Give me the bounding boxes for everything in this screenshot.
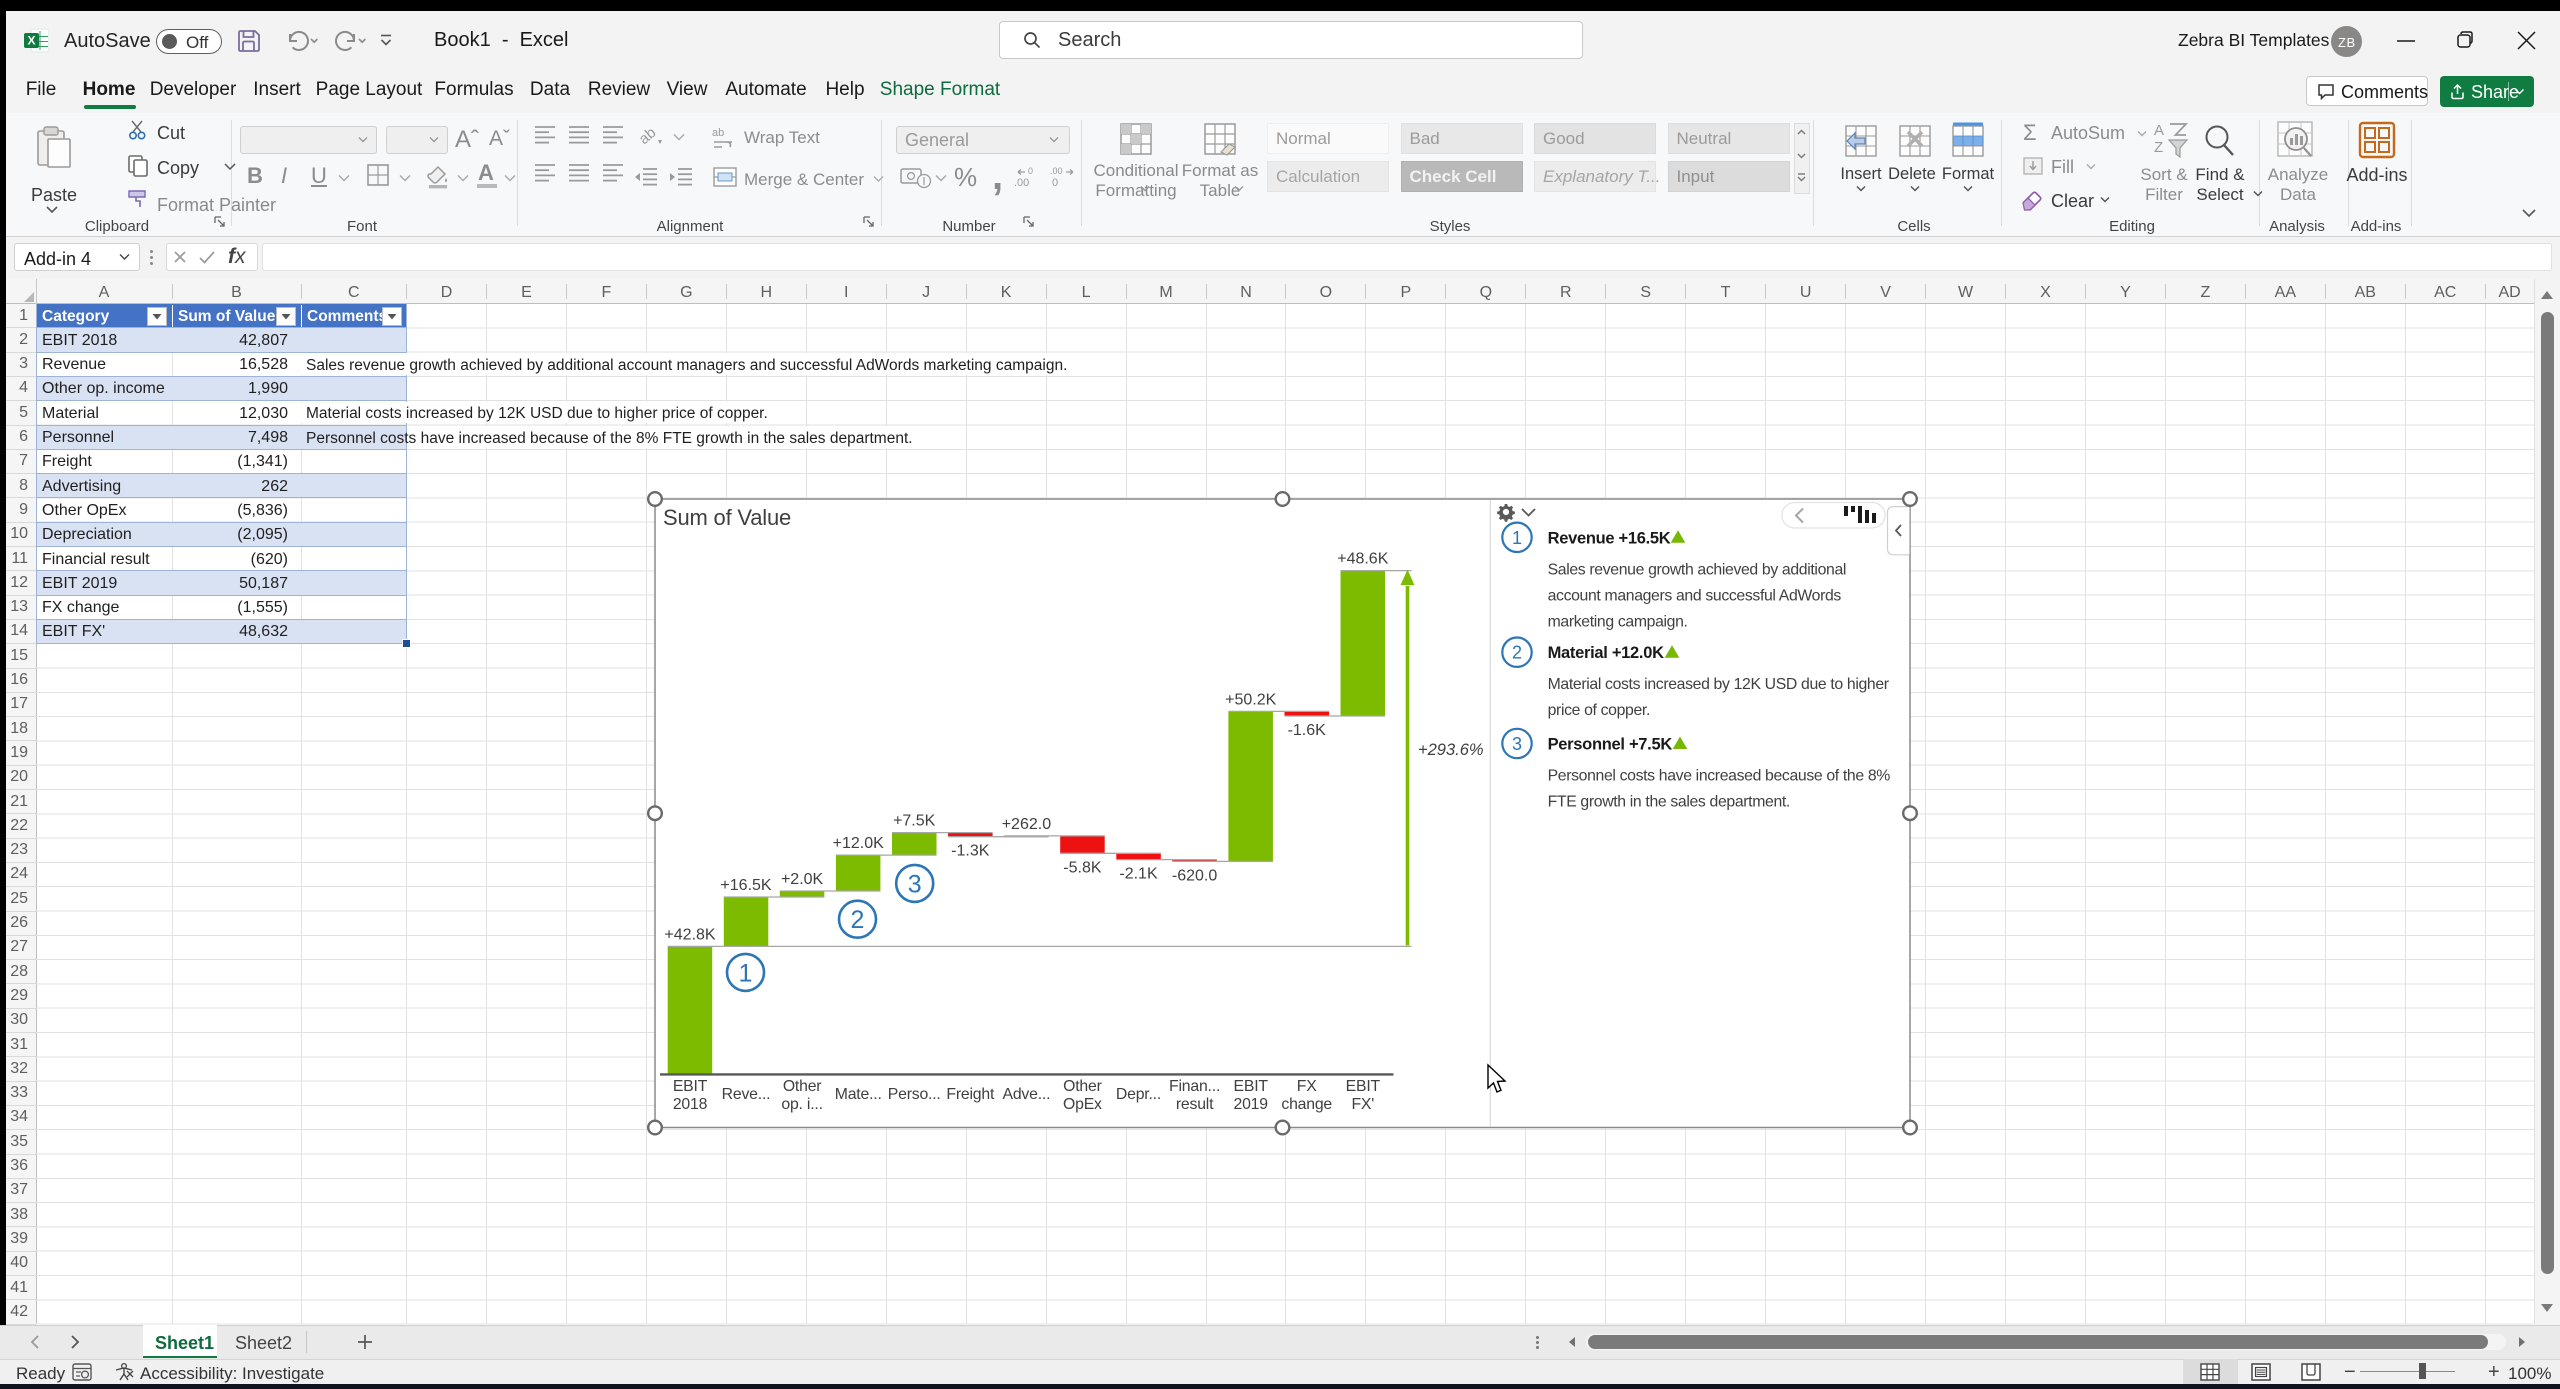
svg-text:Reve...: Reve... (722, 1086, 771, 1103)
svg-text:+262.0: +262.0 (1002, 816, 1051, 833)
svg-text:+293.6%: +293.6% (1418, 741, 1484, 759)
svg-text:+42.8K: +42.8K (664, 926, 715, 943)
svg-text:Depr...: Depr... (1116, 1086, 1161, 1103)
svg-text:price of copper.: price of copper. (1548, 702, 1650, 719)
svg-text:OpEx: OpEx (1063, 1096, 1102, 1113)
svg-text:ab: ab (712, 127, 724, 139)
svg-text:change: change (1281, 1096, 1332, 1113)
svg-text:1: 1 (739, 959, 753, 987)
svg-text:3: 3 (908, 870, 922, 898)
svg-text:marketing campaign.: marketing campaign. (1548, 613, 1688, 630)
svg-text:Personnel costs have increased: Personnel costs have increased because o… (1548, 768, 1891, 785)
svg-text:-5.8K: -5.8K (1063, 859, 1102, 876)
svg-text:-1.3K: -1.3K (951, 843, 990, 860)
svg-text:2: 2 (1512, 643, 1522, 663)
svg-text:.00: .00 (1050, 166, 1063, 176)
svg-text:0: 0 (1028, 166, 1033, 176)
svg-text:+2.0K: +2.0K (781, 871, 824, 888)
svg-text:Adve...: Adve... (1003, 1086, 1051, 1103)
svg-text:op. i...: op. i... (781, 1096, 822, 1113)
svg-text:ab: ab (636, 124, 660, 148)
svg-text:FX: FX (1297, 1078, 1317, 1095)
svg-text:-1.6K: -1.6K (1288, 722, 1327, 739)
svg-text:X: X (27, 34, 35, 48)
svg-text:Material +12.0K: Material +12.0K (1548, 644, 1664, 662)
svg-text:EBIT: EBIT (673, 1078, 708, 1095)
svg-text:+50.2K: +50.2K (1225, 691, 1276, 708)
svg-text:Perso...: Perso... (888, 1086, 941, 1103)
svg-text:Personnel +7.5K: Personnel +7.5K (1548, 736, 1673, 754)
svg-text:FTE growth in the sales depart: FTE growth in the sales department. (1548, 794, 1790, 811)
svg-text:+48.6K: +48.6K (1337, 551, 1388, 568)
svg-text:result: result (1176, 1096, 1214, 1113)
svg-text:+7.5K: +7.5K (893, 813, 936, 830)
svg-text:0: 0 (1052, 177, 1058, 189)
svg-text:EBIT: EBIT (1346, 1078, 1381, 1095)
svg-text:Z: Z (2154, 139, 2163, 156)
svg-text:+16.5K: +16.5K (720, 877, 771, 894)
svg-text:Sum of Value: Sum of Value (663, 505, 791, 530)
svg-text:Sales revenue growth achieved: Sales revenue growth achieved by additio… (1548, 561, 1846, 578)
svg-text:2019: 2019 (1234, 1096, 1269, 1113)
svg-text:-620.0: -620.0 (1172, 867, 1217, 884)
svg-text:2: 2 (851, 906, 865, 934)
svg-text:3: 3 (1512, 734, 1522, 754)
svg-text:FX': FX' (1351, 1096, 1374, 1113)
svg-text:Finan...: Finan... (1169, 1078, 1220, 1095)
svg-text:Revenue +16.5K: Revenue +16.5K (1548, 529, 1671, 547)
svg-text:Other: Other (1063, 1078, 1102, 1095)
svg-text:EBIT: EBIT (1234, 1078, 1269, 1095)
svg-text:-2.1K: -2.1K (1119, 866, 1158, 883)
svg-text:+12.0K: +12.0K (833, 835, 884, 852)
svg-text:Freight: Freight (946, 1086, 995, 1103)
svg-text:A: A (2154, 122, 2164, 139)
svg-text:2018: 2018 (673, 1096, 708, 1113)
svg-text:Other: Other (783, 1078, 822, 1095)
svg-text:Material costs increased by 12: Material costs increased by 12K USD due … (1548, 676, 1889, 693)
svg-text:.00: .00 (1014, 177, 1029, 189)
svg-text:account managers and successfu: account managers and successful AdWords (1548, 587, 1842, 604)
svg-text:Mate...: Mate... (835, 1086, 882, 1103)
svg-text:1: 1 (1512, 528, 1522, 548)
